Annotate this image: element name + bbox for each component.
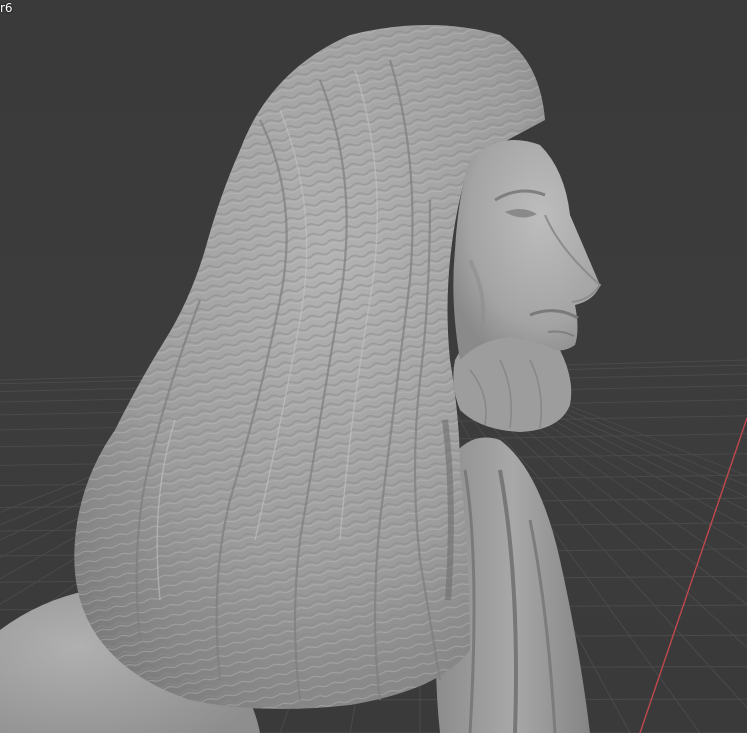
viewport-overlay-label: r6 [0,1,13,15]
viewport-scene[interactable] [0,0,747,733]
3d-viewport[interactable]: r6 [0,0,747,733]
